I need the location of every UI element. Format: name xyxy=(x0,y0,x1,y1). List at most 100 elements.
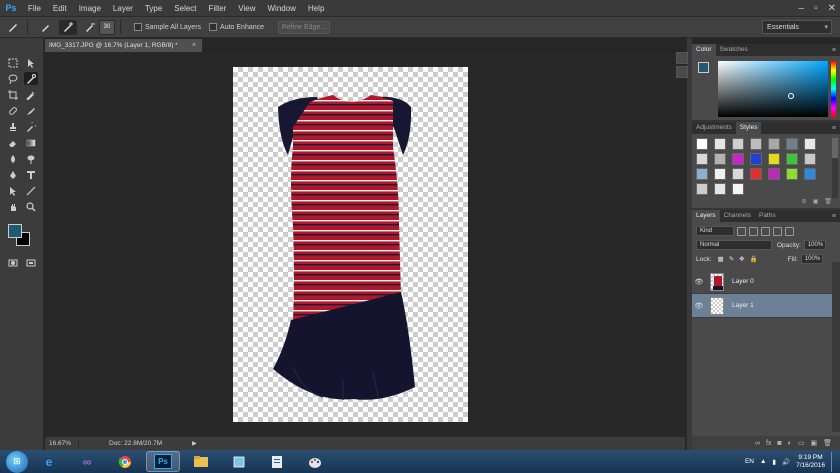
workspace-select[interactable]: Essentials xyxy=(762,20,832,34)
start-button-icon[interactable]: ⊞ xyxy=(6,450,28,473)
minimize-icon[interactable]: – xyxy=(799,0,805,17)
styles-scrollbar[interactable] xyxy=(832,138,838,198)
menu-select[interactable]: Select xyxy=(168,0,202,17)
trash-icon[interactable]: 🗑 xyxy=(823,439,832,447)
style-swatch[interactable] xyxy=(696,153,708,165)
show-desktop-button[interactable] xyxy=(831,451,836,472)
close-document-icon[interactable]: × xyxy=(192,42,196,49)
foreground-background-swatches[interactable] xyxy=(8,224,32,246)
tab-paths[interactable]: Paths xyxy=(755,210,780,222)
panel-menu-icon[interactable]: ≡ xyxy=(832,47,836,54)
layers-scrollbar[interactable] xyxy=(832,262,840,432)
style-swatch[interactable] xyxy=(750,138,762,150)
panel-menu-icon[interactable]: ≡ xyxy=(832,213,836,220)
menu-help[interactable]: Help xyxy=(302,0,330,17)
fx-icon[interactable]: fx xyxy=(766,440,771,447)
add-to-selection-icon[interactable] xyxy=(59,19,77,35)
tab-color[interactable]: Color xyxy=(692,44,716,56)
style-swatch[interactable] xyxy=(714,168,726,180)
clone-stamp-tool-icon[interactable] xyxy=(6,120,20,133)
layer-row[interactable]: 👁 Layer 0 xyxy=(692,270,832,294)
blend-mode-select[interactable]: Normal xyxy=(696,240,772,250)
color-picker-ring-icon[interactable] xyxy=(788,93,794,99)
brush-tool-icon[interactable] xyxy=(24,104,38,117)
dodge-tool-icon[interactable] xyxy=(24,152,38,165)
tab-swatches[interactable]: Swatches xyxy=(716,44,752,56)
color-panel-foreground[interactable] xyxy=(698,62,709,73)
clock[interactable]: 9:19 PM 7/16/2016 xyxy=(796,454,825,470)
style-swatch[interactable] xyxy=(732,183,744,195)
layer-name[interactable]: Layer 0 xyxy=(732,278,754,285)
smart-object-filter-icon[interactable] xyxy=(785,226,794,236)
subtract-from-selection-icon[interactable] xyxy=(81,20,99,35)
color-panel-swatches[interactable] xyxy=(698,62,714,78)
photoshop-icon[interactable]: Ps xyxy=(146,451,180,472)
network-icon[interactable]: ▮ xyxy=(772,458,776,466)
status-menu-icon[interactable]: ▶ xyxy=(192,440,197,447)
style-swatch[interactable] xyxy=(732,168,744,180)
visibility-eye-icon[interactable]: 👁 xyxy=(692,302,706,310)
style-swatch[interactable] xyxy=(768,168,780,180)
hue-slider[interactable] xyxy=(831,61,836,117)
menu-image[interactable]: Image xyxy=(73,0,107,17)
pen-tool-icon[interactable] xyxy=(6,168,20,181)
style-swatch[interactable] xyxy=(696,183,708,195)
style-swatch[interactable] xyxy=(696,138,708,150)
adjustment-filter-icon[interactable] xyxy=(749,226,758,236)
shape-filter-icon[interactable] xyxy=(773,226,782,236)
refine-edge-button[interactable]: Refine Edge... xyxy=(278,20,331,34)
menu-layer[interactable]: Layer xyxy=(107,0,139,17)
healing-brush-tool-icon[interactable] xyxy=(6,104,20,117)
blur-tool-icon[interactable] xyxy=(6,152,20,165)
layer-name[interactable]: Layer 1 xyxy=(732,302,754,309)
style-swatch[interactable] xyxy=(714,183,726,195)
menu-window[interactable]: Window xyxy=(262,0,302,17)
lasso-tool-icon[interactable] xyxy=(6,72,20,85)
style-swatch[interactable] xyxy=(786,168,798,180)
tray-arrow-icon[interactable]: ▲ xyxy=(760,458,766,465)
visual-studio-icon[interactable]: ∞ xyxy=(70,451,104,472)
new-layer-icon[interactable]: ▣ xyxy=(810,439,817,447)
visibility-eye-icon[interactable]: 👁 xyxy=(692,278,706,286)
crop-tool-icon[interactable] xyxy=(6,88,20,101)
word-icon[interactable] xyxy=(260,451,294,472)
lock-position-icon[interactable]: ✥ xyxy=(739,255,744,263)
eraser-tool-icon[interactable] xyxy=(6,136,20,149)
style-swatch[interactable] xyxy=(804,138,816,150)
link-icon[interactable]: ∞ xyxy=(755,440,760,447)
clear-style-icon[interactable]: ⊘ xyxy=(802,198,807,206)
history-panel-icon[interactable] xyxy=(676,52,688,64)
paint-icon[interactable] xyxy=(298,451,332,472)
delete-style-icon[interactable]: 🗑 xyxy=(824,198,832,206)
gradient-tool-icon[interactable] xyxy=(24,136,38,149)
quick-selection-tool-icon[interactable] xyxy=(24,72,38,85)
menu-view[interactable]: View xyxy=(232,0,261,17)
opacity-input[interactable]: 100% xyxy=(803,240,826,250)
explorer-icon[interactable] xyxy=(184,451,218,472)
line-tool-icon[interactable] xyxy=(24,184,38,197)
new-style-icon[interactable]: ▣ xyxy=(813,198,819,206)
style-swatch[interactable] xyxy=(786,153,798,165)
chrome-icon[interactable] xyxy=(108,451,142,472)
new-selection-icon[interactable] xyxy=(37,20,55,35)
style-swatch[interactable] xyxy=(714,138,726,150)
zoom-tool-icon[interactable] xyxy=(24,200,38,213)
hand-tool-icon[interactable] xyxy=(6,200,20,213)
lock-transparent-icon[interactable]: ▦ xyxy=(718,255,724,263)
style-swatch[interactable] xyxy=(696,168,708,180)
pixel-filter-icon[interactable] xyxy=(737,226,746,236)
sample-all-layers-checkbox[interactable] xyxy=(134,23,142,31)
volume-icon[interactable]: 🔊 xyxy=(782,458,790,466)
files-icon[interactable] xyxy=(222,451,256,472)
style-swatch[interactable] xyxy=(750,153,762,165)
eyedropper-tool-icon[interactable] xyxy=(24,88,38,101)
screen-mode-icon[interactable] xyxy=(24,256,38,269)
style-swatch[interactable] xyxy=(768,153,780,165)
canvas-area[interactable] xyxy=(45,52,685,436)
color-field[interactable] xyxy=(718,61,828,117)
properties-panel-icon[interactable] xyxy=(676,66,688,78)
marquee-tool-icon[interactable] xyxy=(6,56,20,69)
history-brush-tool-icon[interactable] xyxy=(24,120,38,133)
lock-all-icon[interactable]: 🔒 xyxy=(750,255,758,263)
style-swatch[interactable] xyxy=(804,153,816,165)
